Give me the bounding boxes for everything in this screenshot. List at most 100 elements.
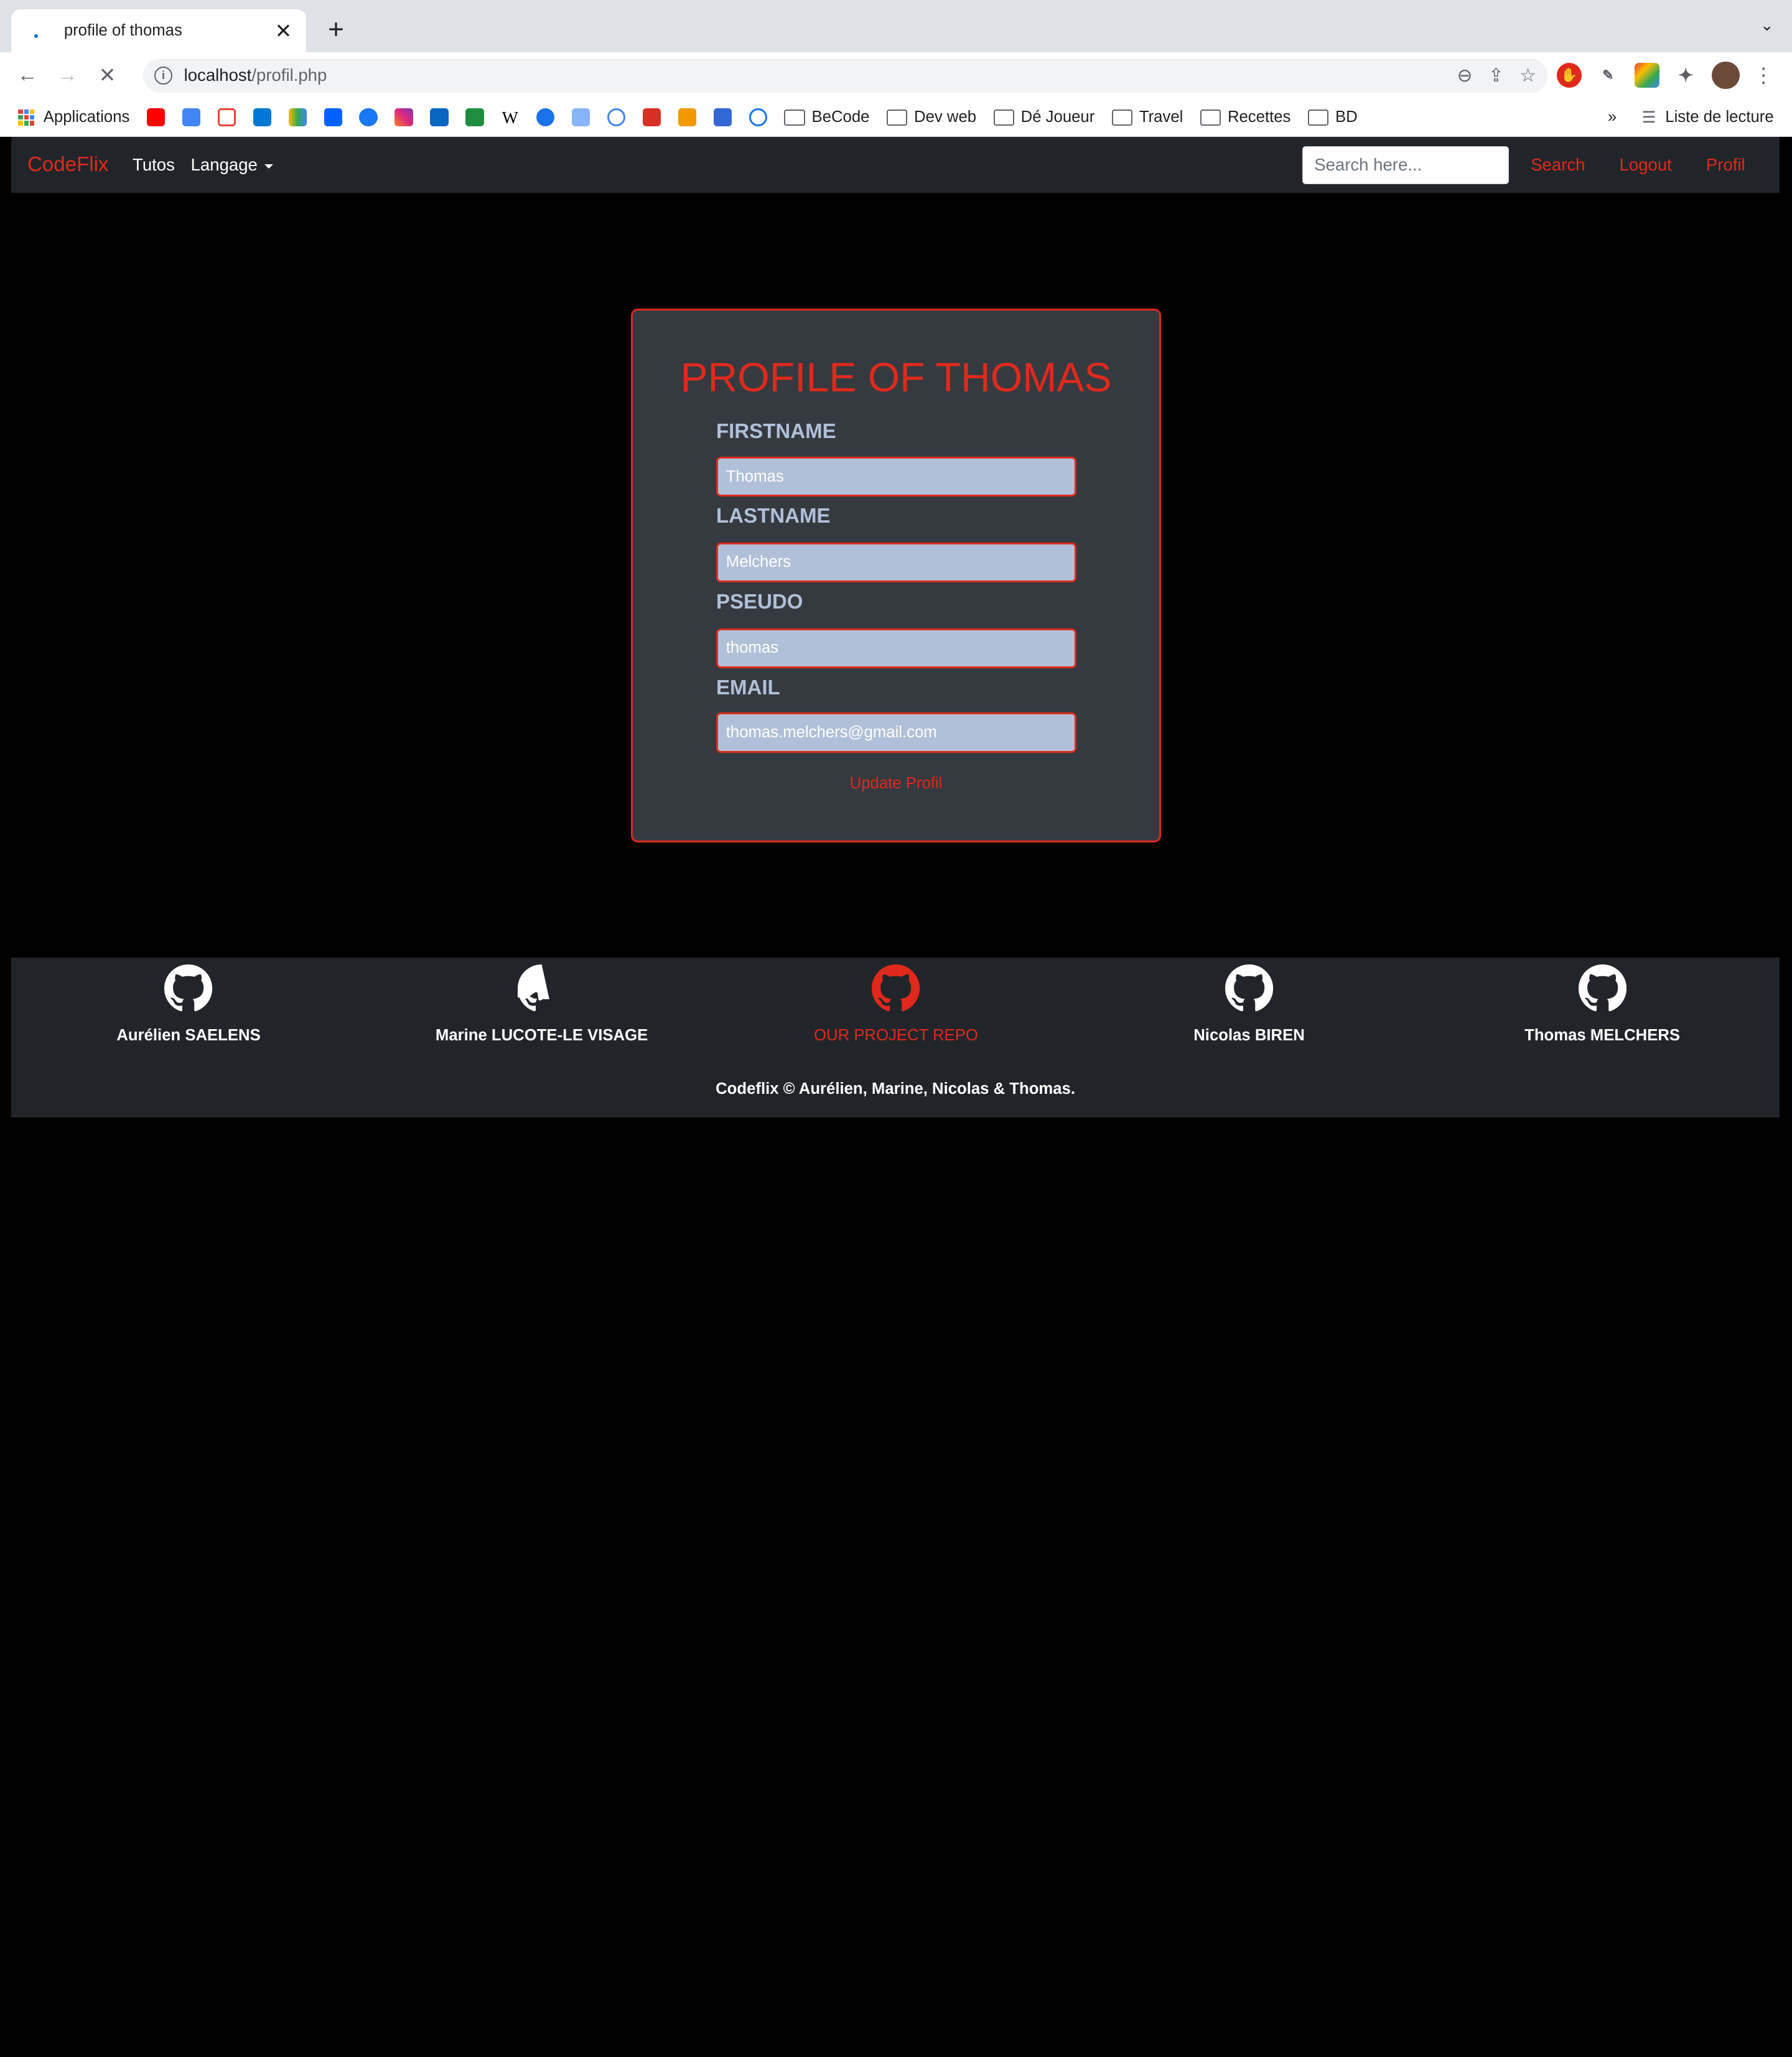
folder-icon xyxy=(886,109,908,126)
stop-loading-button[interactable]: ✕ xyxy=(89,57,126,94)
forward-button[interactable]: → xyxy=(49,57,86,94)
url-path: /profil.php xyxy=(251,65,327,85)
member-link-nicolas[interactable]: Nicolas BIREN xyxy=(1101,964,1398,1045)
bookmark-folder-travel[interactable]: Travel xyxy=(1111,108,1183,126)
github-icon xyxy=(872,964,920,1012)
bookmark-folder-becode[interactable]: BeCode xyxy=(784,108,869,126)
close-tab-icon[interactable]: ✕ xyxy=(272,19,295,44)
pseudo-field[interactable] xyxy=(716,628,1076,668)
more-bookmarks-button[interactable]: » xyxy=(1608,108,1617,126)
github-icon xyxy=(164,964,213,1012)
member-name: Nicolas BIREN xyxy=(1193,1027,1305,1044)
red-site-icon[interactable] xyxy=(642,108,661,127)
profil-link[interactable]: Profil xyxy=(1706,155,1745,175)
email-label: EMAIL xyxy=(716,676,780,699)
firstname-field[interactable] xyxy=(716,456,1076,497)
drive-icon[interactable] xyxy=(288,108,307,127)
zoom-icon[interactable]: ⊖ xyxy=(1457,65,1473,86)
member-link-thomas[interactable]: Thomas MELCHERS xyxy=(1454,964,1751,1045)
member-link-marine[interactable]: Marine LUCOTE-LE VISAGE xyxy=(393,964,691,1045)
search-input[interactable] xyxy=(1302,146,1510,184)
address-bar[interactable]: i localhost/profil.php ⊖ ⇪ ☆ xyxy=(142,58,1548,93)
sheets-icon[interactable] xyxy=(465,108,484,127)
bookmark-star-icon[interactable]: ☆ xyxy=(1519,65,1536,86)
gmail-icon[interactable] xyxy=(217,108,236,127)
update-profil-button[interactable]: Update Profil xyxy=(633,775,1159,793)
new-tab-button[interactable]: + xyxy=(322,14,350,45)
folder-icon xyxy=(784,109,805,126)
member-name: Marine LUCOTE-LE VISAGE xyxy=(435,1027,648,1044)
bookmark-apps-label: Applications xyxy=(43,108,130,126)
translate-icon[interactable] xyxy=(571,108,590,127)
member-link-aurelien[interactable]: Aurélien SAELENS xyxy=(40,964,337,1045)
pseudo-label: PSEUDO xyxy=(716,590,803,613)
browser-chrome: profile of thomas ✕ + ⌄ ← → ✕ i localhos… xyxy=(0,0,1792,138)
lastname-field[interactable] xyxy=(716,542,1076,583)
adblock-extension-icon[interactable]: ✋ xyxy=(1556,63,1582,88)
extensions-icon[interactable]: ✦ xyxy=(1673,63,1698,88)
member-name: Thomas MELCHERS xyxy=(1524,1027,1681,1044)
folder-icon xyxy=(1200,109,1221,126)
nav-dropdown-langage[interactable]: Langage xyxy=(191,155,273,175)
copyright-text: Codeflix © Aurélien, Marine, Nicolas & T… xyxy=(716,1080,1075,1098)
logout-link[interactable]: Logout xyxy=(1620,155,1672,175)
profile-card: PROFILE OF THOMAS FIRSTNAME LASTNAME PSE… xyxy=(630,308,1162,842)
page-title: PROFILE OF THOMAS xyxy=(680,354,1112,401)
member-name: OUR PROJECT REPO xyxy=(814,1027,978,1044)
be-icon[interactable] xyxy=(536,108,555,127)
profile-avatar[interactable] xyxy=(1712,62,1740,90)
book-site-icon[interactable] xyxy=(713,108,732,127)
bookmark-folder-bd[interactable]: BD xyxy=(1307,108,1358,126)
tab-search-icon[interactable]: ⌄ xyxy=(1760,16,1774,35)
reading-list-label[interactable]: Liste de lecture xyxy=(1665,108,1773,126)
eyedropper-extension-icon[interactable]: ✎ xyxy=(1595,63,1621,88)
calendar-icon[interactable] xyxy=(182,108,201,127)
back-button[interactable]: ← xyxy=(9,57,46,94)
browser-tab[interactable]: profile of thomas ✕ xyxy=(11,9,307,53)
page-content: CodeFlix Tutos Langage Search Logout Pro… xyxy=(0,137,1792,1120)
outlook-icon[interactable] xyxy=(253,108,272,127)
facebook-icon[interactable] xyxy=(359,108,378,127)
project-repo-link[interactable]: OUR PROJECT REPO xyxy=(747,964,1045,1045)
folder-icon xyxy=(1307,109,1328,126)
linkedin-icon[interactable] xyxy=(430,108,449,127)
site-navbar: CodeFlix Tutos Langage Search Logout Pro… xyxy=(11,137,1780,194)
instagram-icon[interactable] xyxy=(394,108,413,127)
reading-list-icon[interactable]: ☰ xyxy=(1642,108,1656,127)
loading-icon xyxy=(27,22,45,40)
bd-site-icon[interactable] xyxy=(678,108,697,127)
member-name: Aurélien SAELENS xyxy=(116,1027,261,1044)
tab-title: profile of thomas xyxy=(63,22,182,40)
site-info-icon[interactable]: i xyxy=(154,66,173,85)
lastname-label: LASTNAME xyxy=(716,505,831,528)
wikipedia-icon[interactable]: W xyxy=(501,108,520,127)
nav-link-tutos[interactable]: Tutos xyxy=(133,155,175,175)
github-icon xyxy=(513,964,549,1012)
nav-dropdown-label: Langage xyxy=(190,155,258,175)
firstname-label: FIRSTNAME xyxy=(716,420,836,444)
share-icon[interactable]: ⇪ xyxy=(1488,65,1504,86)
folder-icon xyxy=(1111,109,1132,126)
youtube-icon[interactable] xyxy=(146,108,166,127)
caret-down-icon xyxy=(264,164,273,169)
email-field[interactable] xyxy=(716,712,1076,753)
github-icon xyxy=(1225,964,1274,1012)
b-site-icon[interactable] xyxy=(749,108,767,127)
brand-logo[interactable]: CodeFlix xyxy=(27,153,108,177)
browser-toolbar: ← → ✕ i localhost/profil.php ⊖ ⇪ ☆ ✋ ✎ ✦… xyxy=(0,52,1792,98)
github-icon xyxy=(1578,964,1626,1012)
dropbox-icon[interactable] xyxy=(324,108,342,127)
bookmark-folder-de-joueur[interactable]: Dé Joueur xyxy=(993,108,1094,126)
color-extension-icon[interactable] xyxy=(1634,63,1659,88)
search-button[interactable]: Search xyxy=(1531,155,1585,175)
apps-grid-icon xyxy=(18,109,35,126)
circle-site-icon[interactable] xyxy=(607,108,626,127)
tab-strip: profile of thomas ✕ + ⌄ xyxy=(0,0,1792,53)
bookmark-folder-dev-web[interactable]: Dev web xyxy=(886,108,976,126)
url-host: localhost xyxy=(184,65,252,85)
folder-icon xyxy=(993,109,1014,126)
browser-menu-icon[interactable]: ⋮ xyxy=(1753,63,1774,88)
bookmark-apps[interactable]: Applications xyxy=(18,108,129,126)
bookmarks-bar: Applications W BeCode Dev web Dé Joueur … xyxy=(0,98,1792,138)
bookmark-folder-recettes[interactable]: Recettes xyxy=(1200,108,1290,126)
